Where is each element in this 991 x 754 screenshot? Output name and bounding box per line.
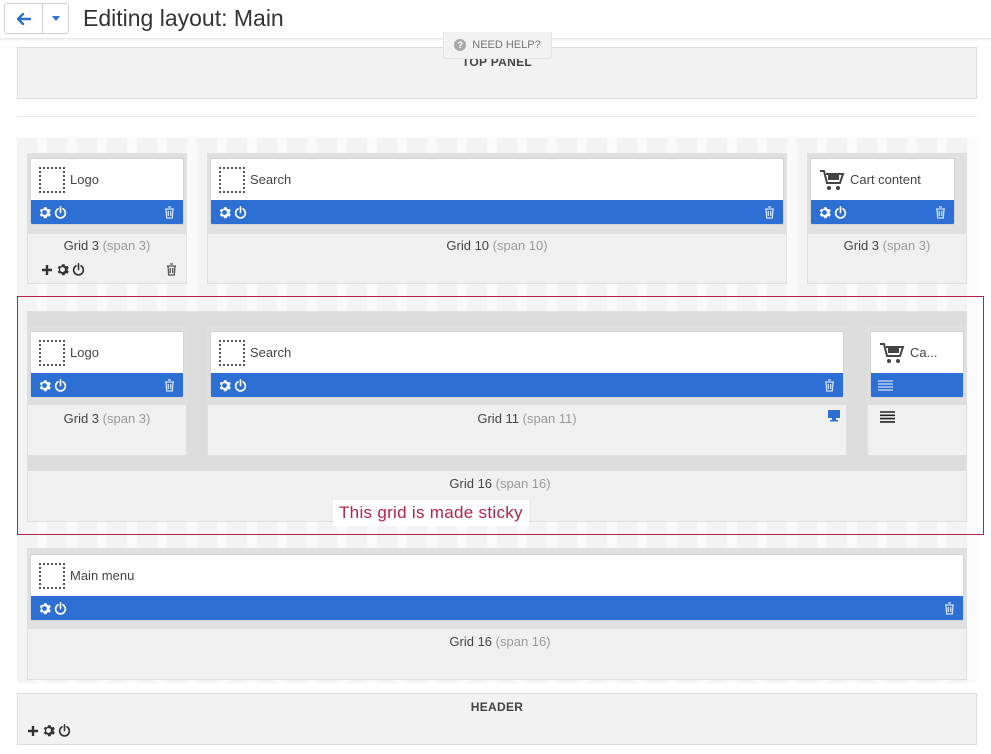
search-block[interactable]: Search	[210, 158, 784, 225]
gear-icon[interactable]	[38, 206, 51, 219]
sticky-note: This grid is made sticky	[333, 500, 529, 526]
header-panel: HEADER	[17, 693, 977, 745]
header-panel-tools	[27, 724, 71, 737]
trash-icon[interactable]	[944, 601, 955, 615]
logo-block[interactable]: Logo	[30, 158, 184, 225]
gear-icon[interactable]	[42, 724, 55, 737]
question-icon: ?	[454, 39, 467, 51]
back-button-group	[4, 3, 69, 34]
grid-label: Grid 3 (span 3)	[843, 238, 931, 253]
gear-icon[interactable]	[56, 263, 69, 276]
need-help-button[interactable]: ? NEED HELP?	[443, 32, 552, 59]
placeholder-icon	[39, 166, 65, 193]
grid-label: Grid 10 (span 10)	[446, 238, 548, 253]
need-help-label: NEED HELP?	[472, 39, 541, 51]
placeholder-icon	[39, 562, 65, 589]
back-button[interactable]	[5, 4, 43, 33]
block-title: Search	[250, 172, 292, 187]
back-dropdown-button[interactable]	[43, 4, 68, 33]
power-icon[interactable]	[54, 601, 67, 615]
cart-icon	[819, 168, 845, 192]
main-menu-block[interactable]: Main menu	[30, 554, 964, 621]
power-icon[interactable]	[72, 263, 85, 276]
header-panel-title: HEADER	[470, 700, 524, 714]
gear-icon[interactable]	[218, 206, 231, 219]
divider	[17, 116, 977, 117]
trash-icon[interactable]	[164, 205, 175, 219]
grid-label: Grid 3 (span 3)	[63, 238, 151, 253]
trash-icon[interactable]	[166, 263, 177, 276]
grid-label: Grid 16 (span 16)	[449, 634, 551, 649]
page-title: Editing layout: Main	[83, 5, 284, 31]
power-icon[interactable]	[54, 205, 67, 219]
arrow-left-icon	[16, 12, 31, 25]
gear-icon[interactable]	[38, 602, 51, 615]
grid-tools	[41, 263, 85, 276]
cart-content-block[interactable]: Cart content	[810, 158, 955, 225]
plus-icon[interactable]	[27, 725, 39, 737]
placeholder-icon	[219, 166, 245, 193]
caret-down-icon	[51, 16, 60, 21]
power-icon[interactable]	[834, 205, 847, 219]
plus-icon[interactable]	[41, 264, 53, 276]
trash-icon[interactable]	[935, 205, 946, 219]
block-title: Cart content	[850, 172, 921, 187]
gear-icon[interactable]	[818, 206, 831, 219]
block-title: Main menu	[70, 568, 135, 583]
trash-icon[interactable]	[764, 205, 775, 219]
power-icon[interactable]	[234, 205, 247, 219]
power-icon[interactable]	[58, 724, 71, 737]
block-title: Logo	[70, 172, 99, 187]
